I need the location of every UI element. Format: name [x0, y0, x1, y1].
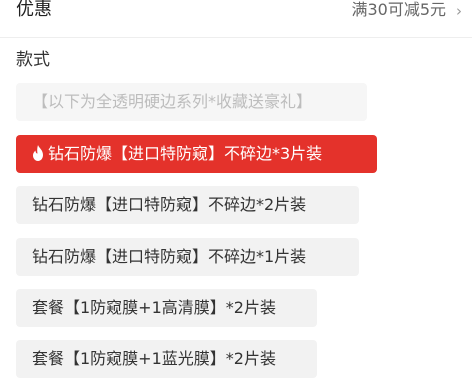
chevron-right-icon: › — [456, 2, 462, 20]
sku-option-selected[interactable]: 钻石防爆【进口特防窥】不碎边*3片装 — [16, 135, 377, 173]
sku-option-label: 套餐【1防窥膜+1高清膜】*2片装 — [32, 298, 276, 317]
promo-label: 优惠 — [16, 0, 52, 20]
sku-option-label: 钻石防爆【进口特防窥】不碎边*1片装 — [32, 247, 307, 266]
divider — [0, 37, 472, 38]
sku-option-header: 【以下为全透明硬边系列*收藏送豪礼】 — [16, 83, 367, 121]
promo-value: 满30可减5元 — [351, 0, 446, 19]
sku-option[interactable]: 套餐【1防窥膜+1蓝光膜】*2片装 — [16, 340, 317, 378]
sku-option[interactable]: 钻石防爆【进口特防窥】不碎边*1片装 — [16, 238, 359, 276]
sku-option[interactable]: 钻石防爆【进口特防窥】不碎边*2片装 — [16, 186, 359, 224]
sku-option[interactable]: 套餐【1防窥膜+1高清膜】*2片装 — [16, 289, 317, 327]
sku-option-label: 【以下为全透明硬边系列*收藏送豪礼】 — [32, 92, 313, 111]
promo-row[interactable]: 优惠 满30可减5元 › — [0, 0, 472, 38]
section-title: 款式 — [16, 50, 50, 70]
sku-option-label: 钻石防爆【进口特防窥】不碎边*3片装 — [48, 144, 323, 163]
sku-option-label: 钻石防爆【进口特防窥】不碎边*2片装 — [32, 195, 307, 214]
sku-option-label: 套餐【1防窥膜+1蓝光膜】*2片装 — [32, 349, 276, 368]
fire-icon — [33, 145, 43, 161]
